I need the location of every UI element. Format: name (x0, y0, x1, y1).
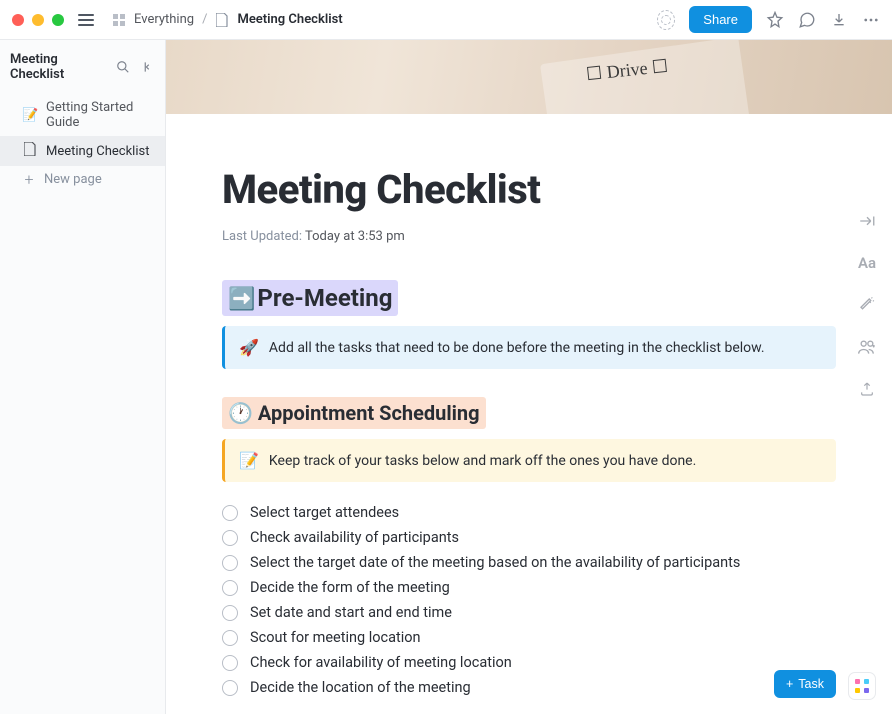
checklist-item[interactable]: Decide the location of the meeting (222, 679, 836, 696)
memo-icon: 📝 (22, 108, 38, 123)
checkbox-icon[interactable] (222, 630, 238, 646)
search-icon[interactable] (115, 59, 131, 75)
checklist-item-label: Decide the location of the meeting (250, 679, 471, 696)
sidebar-item-label: Meeting Checklist (46, 144, 149, 159)
collapse-sidebar-icon[interactable] (139, 59, 155, 75)
checklist: Select target attendees Check availabilit… (222, 504, 836, 696)
right-rail: Aa (856, 210, 878, 400)
more-icon[interactable] (862, 11, 880, 29)
checklist-item-label: Select target attendees (250, 504, 399, 521)
clock-icon: 🕐 (228, 401, 253, 425)
checklist-item[interactable]: Check availability of participants (222, 529, 836, 546)
breadcrumb-current[interactable]: Meeting Checklist (237, 12, 342, 27)
font-icon[interactable]: Aa (856, 252, 878, 274)
callout-text: Keep track of your tasks below and mark … (269, 453, 696, 469)
checklist-item[interactable]: Select the target date of the meeting ba… (222, 554, 836, 571)
app-launcher-icon[interactable] (848, 672, 876, 700)
checklist-item[interactable]: Check for availability of meeting locati… (222, 654, 836, 671)
checklist-item[interactable]: Scout for meeting location (222, 629, 836, 646)
rocket-icon: 🚀 (239, 338, 259, 357)
checkbox-icon[interactable] (222, 680, 238, 696)
plus-icon: + (22, 173, 36, 187)
download-icon[interactable] (830, 11, 848, 29)
sidebar-title: Meeting Checklist (10, 52, 107, 82)
checklist-item-label: Set date and start and end time (250, 604, 452, 621)
breadcrumb-separator: / (202, 12, 207, 27)
pre-meeting-callout[interactable]: 🚀 Add all the tasks that need to be done… (222, 326, 836, 369)
sidebar: Meeting Checklist 📝 Getting Started Guid… (0, 40, 166, 714)
target-icon[interactable] (657, 11, 675, 29)
magic-wand-icon[interactable] (856, 294, 878, 316)
people-icon[interactable] (856, 336, 878, 358)
grid-icon (112, 13, 126, 27)
task-button[interactable]: + Task (774, 670, 836, 698)
menu-toggle-icon[interactable] (78, 12, 94, 28)
checkbox-icon[interactable] (222, 530, 238, 546)
comment-icon[interactable] (798, 11, 816, 29)
scheduling-section: 🕐 Appointment Scheduling 📝 Keep track of… (222, 397, 836, 696)
document-icon (215, 13, 229, 27)
window-controls (12, 14, 64, 26)
checklist-item-label: Check for availability of meeting locati… (250, 654, 512, 671)
checkbox-icon[interactable] (222, 555, 238, 571)
titlebar: Everything / Meeting Checklist Share (0, 0, 892, 40)
sidebar-item-meeting-checklist[interactable]: Meeting Checklist (0, 136, 165, 166)
sidebar-item-getting-started[interactable]: 📝 Getting Started Guide (0, 94, 165, 136)
checklist-item-label: Select the target date of the meeting ba… (250, 554, 740, 571)
main-content: Meeting Checklist Last Updated: Today at… (166, 40, 892, 714)
checkbox-icon[interactable] (222, 605, 238, 621)
checklist-item-label: Decide the form of the meeting (250, 579, 450, 596)
last-updated: Last Updated: Today at 3:53 pm (222, 229, 836, 244)
minimize-window-icon[interactable] (32, 14, 44, 26)
expand-icon[interactable] (856, 210, 878, 232)
star-icon[interactable] (766, 11, 784, 29)
last-updated-value: Today at 3:53 pm (305, 229, 405, 244)
breadcrumb: Everything / Meeting Checklist (112, 12, 343, 27)
callout-text: Add all the tasks that need to be done b… (269, 340, 765, 356)
checklist-item[interactable]: Set date and start and end time (222, 604, 836, 621)
document-icon (22, 142, 38, 160)
checklist-item-label: Scout for meeting location (250, 629, 421, 646)
pre-meeting-section: ➡️Pre-Meeting 🚀 Add all the tasks that n… (222, 280, 836, 369)
maximize-window-icon[interactable] (52, 14, 64, 26)
close-window-icon[interactable] (12, 14, 24, 26)
sidebar-item-label: Getting Started Guide (46, 100, 155, 130)
new-page-button[interactable]: + New page (0, 166, 165, 193)
new-page-label: New page (44, 172, 102, 187)
page-title[interactable]: Meeting Checklist (222, 166, 836, 213)
checklist-item[interactable]: Decide the form of the meeting (222, 579, 836, 596)
checklist-item-label: Check availability of participants (250, 529, 459, 546)
breadcrumb-root[interactable]: Everything (134, 12, 194, 27)
memo-icon: 📝 (239, 451, 259, 470)
pre-meeting-heading[interactable]: ➡️Pre-Meeting (222, 280, 398, 316)
scheduling-heading[interactable]: 🕐 Appointment Scheduling (222, 397, 486, 429)
checkbox-icon[interactable] (222, 655, 238, 671)
export-icon[interactable] (856, 378, 878, 400)
checklist-item[interactable]: Select target attendees (222, 504, 836, 521)
checkbox-icon[interactable] (222, 580, 238, 596)
share-button[interactable]: Share (689, 6, 752, 33)
checkbox-icon[interactable] (222, 505, 238, 521)
cover-image[interactable] (166, 40, 892, 114)
arrow-right-icon: ➡️ (228, 287, 255, 312)
plus-icon: + (786, 677, 793, 691)
scheduling-callout[interactable]: 📝 Keep track of your tasks below and mar… (222, 439, 836, 482)
